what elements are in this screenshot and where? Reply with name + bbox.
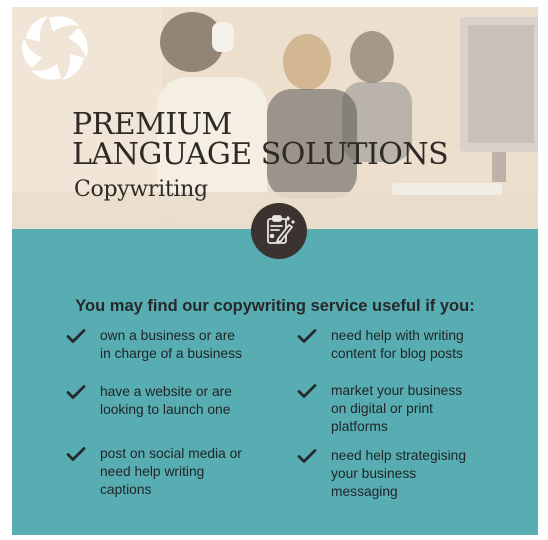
- checkmark-icon: [66, 385, 86, 399]
- checkmark-icon: [66, 329, 86, 343]
- list-item: need help with writing content for blog …: [297, 327, 464, 363]
- list-item-text: need help with writing content for blog …: [331, 328, 464, 361]
- checkmark-icon: [66, 447, 86, 461]
- list-item: have a website or are looking to launch …: [66, 383, 232, 419]
- list-item: market your business on digital or print…: [297, 382, 462, 436]
- promo-card: PREMIUM LANGUAGE SOLUTIONS Copywriting Y…: [12, 7, 538, 535]
- badge: [251, 203, 307, 259]
- clipboard-pen-icon: [267, 215, 295, 244]
- checkmark-icon: [297, 449, 317, 463]
- page-title: PREMIUM LANGUAGE SOLUTIONS: [72, 107, 449, 172]
- list-item-text: post on social media or need help writin…: [100, 446, 242, 497]
- page-subtitle: Copywriting: [74, 177, 208, 202]
- list-item: post on social media or need help writin…: [66, 445, 242, 499]
- list-item-text: need help strategising your business mes…: [331, 448, 466, 499]
- checkmark-icon: [297, 384, 317, 398]
- list-item-text: own a business or are in charge of a bus…: [100, 328, 242, 361]
- list-item: own a business or are in charge of a bus…: [66, 327, 242, 363]
- title-line-2: LANGUAGE SOLUTIONS: [72, 137, 449, 172]
- checkmark-icon: [297, 329, 317, 343]
- hero-banner: PREMIUM LANGUAGE SOLUTIONS Copywriting: [12, 7, 538, 229]
- list-item-text: have a website or are looking to launch …: [100, 384, 232, 417]
- benefits-headline: You may find our copywriting service use…: [75, 297, 475, 315]
- spiral-logo-icon: [22, 16, 88, 80]
- title-line-1: PREMIUM: [72, 107, 232, 142]
- list-item-text: market your business on digital or print…: [331, 383, 463, 434]
- list-item: need help strategising your business mes…: [297, 447, 466, 501]
